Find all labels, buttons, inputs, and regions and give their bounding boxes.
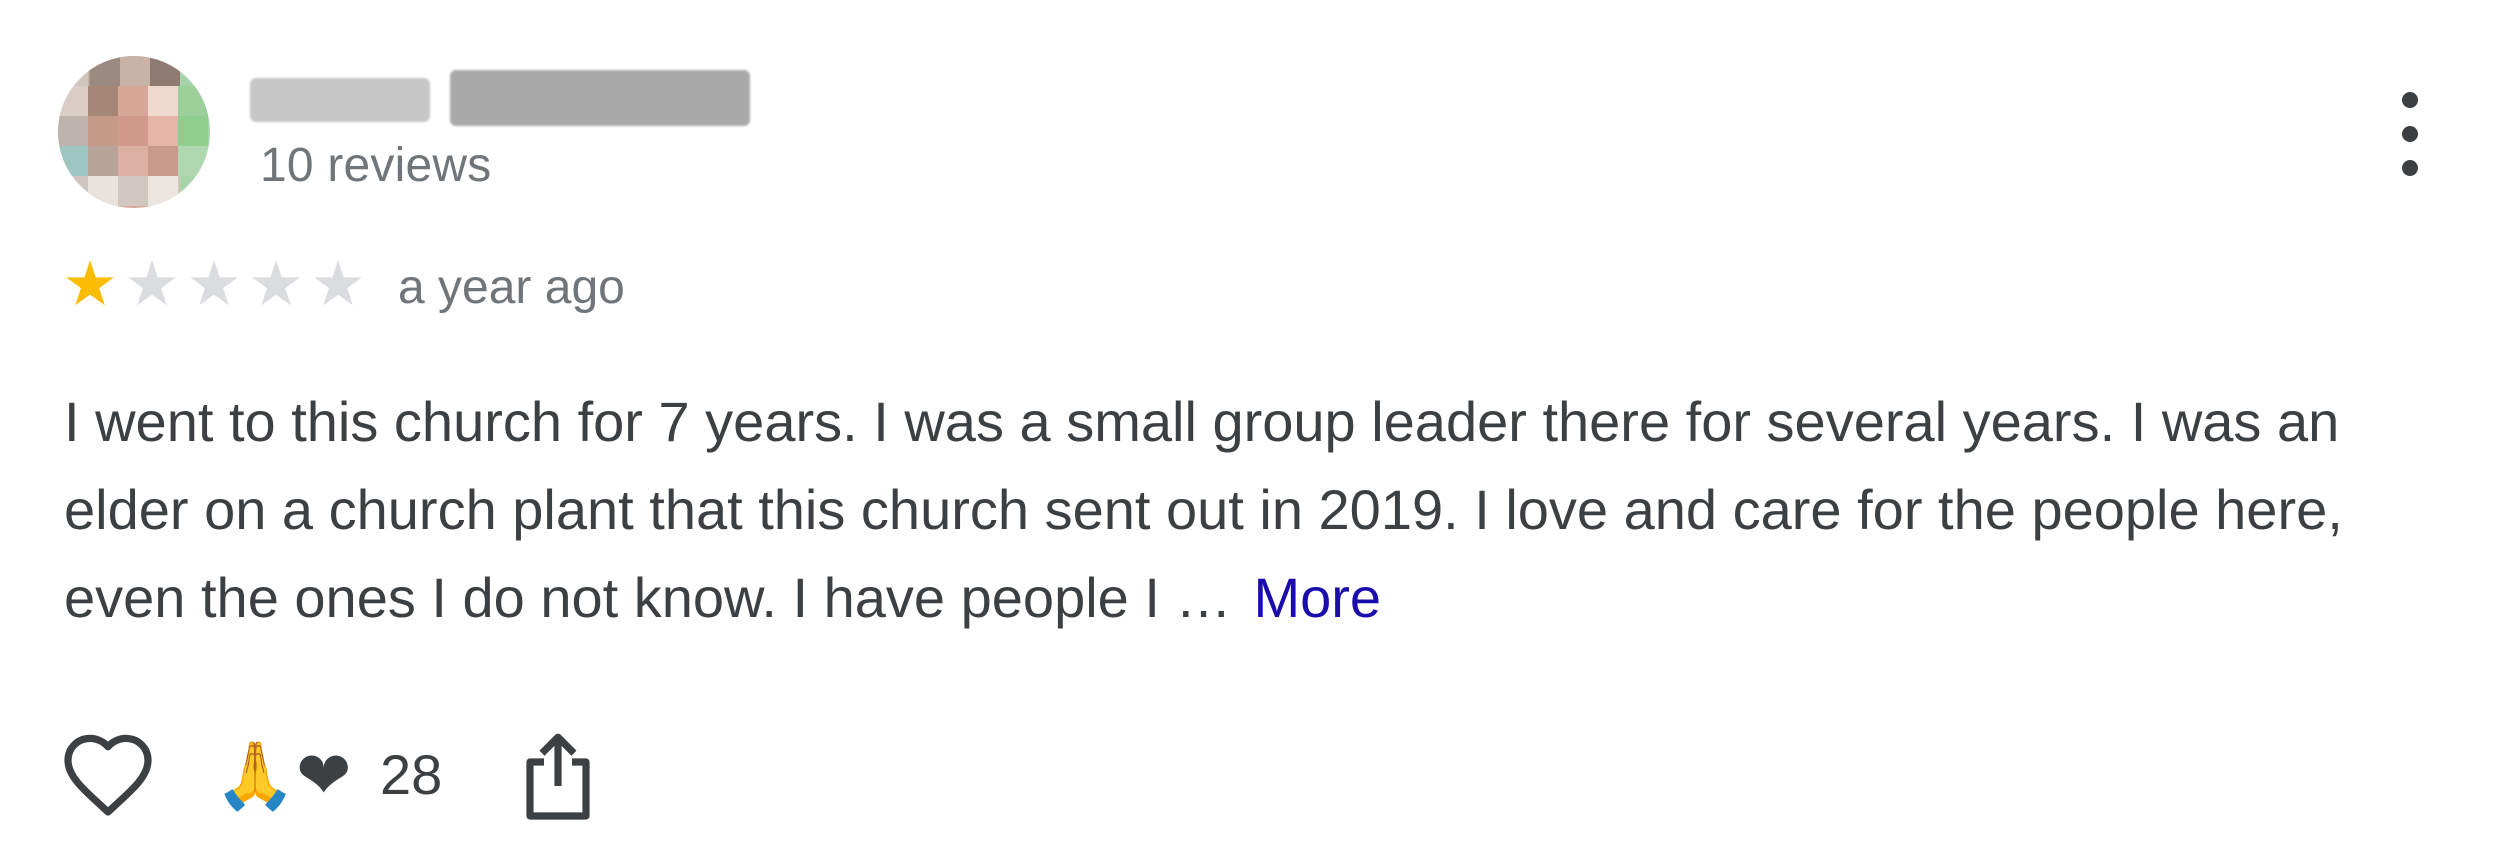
avatar-pixel — [178, 146, 208, 176]
review-card: 10 reviews ★ ★ ★ ★ ★ a year ago I went t… — [0, 0, 2500, 868]
review-date: a year ago — [398, 261, 625, 314]
avatar-pixel — [148, 116, 178, 146]
avatar-pixel — [178, 86, 208, 116]
review-body: I went to this church for 7 years. I was… — [64, 378, 2464, 642]
star-icon: ★ — [62, 250, 118, 319]
avatar-pixel — [120, 56, 150, 86]
avatar-pixel — [88, 86, 118, 116]
reviewer-avatar[interactable] — [58, 56, 210, 208]
more-vert-icon[interactable] — [2380, 92, 2440, 176]
reaction-emojis: 🙏❤ — [214, 737, 352, 814]
share-button[interactable] — [520, 730, 596, 822]
menu-dot — [2402, 92, 2418, 108]
avatar-pixel — [58, 146, 88, 176]
share-icon — [526, 733, 590, 820]
star-icon: ★ — [248, 250, 304, 319]
avatar-pixel — [58, 86, 88, 116]
reaction-count: 28 — [380, 743, 443, 806]
avatar-pixel — [178, 116, 208, 146]
avatar-pixel — [118, 146, 148, 176]
review-count[interactable]: 10 reviews — [260, 138, 491, 193]
avatar-pixel — [118, 116, 148, 146]
avatar-pixel — [118, 176, 148, 206]
star-rating: ★ ★ ★ ★ ★ — [60, 254, 368, 316]
more-link[interactable]: More — [1253, 566, 1381, 629]
reviewer-name[interactable] — [250, 66, 750, 130]
star-icon: ★ — [186, 250, 242, 319]
star-icon: ★ — [310, 250, 366, 319]
like-button[interactable] — [60, 728, 156, 824]
redacted-name-part — [250, 78, 430, 122]
avatar-pixel — [88, 176, 118, 206]
avatar-pixel — [150, 56, 180, 86]
avatar-pixel — [148, 176, 178, 206]
avatar-pixel — [88, 146, 118, 176]
avatar-pixel — [88, 116, 118, 146]
review-text: I went to this church for 7 years. I was… — [64, 390, 2343, 629]
menu-dot — [2402, 126, 2418, 142]
reactions[interactable]: 🙏❤ — [214, 738, 351, 814]
avatar-pixel — [90, 56, 120, 86]
avatar-pixel — [118, 86, 148, 116]
menu-dot — [2402, 160, 2418, 176]
avatar-pixel — [148, 146, 178, 176]
avatar-pixel — [148, 86, 178, 116]
heart-outline-icon — [64, 734, 152, 816]
redacted-name-part — [450, 70, 750, 126]
star-icon: ★ — [124, 250, 180, 319]
avatar-pixel — [58, 116, 88, 146]
